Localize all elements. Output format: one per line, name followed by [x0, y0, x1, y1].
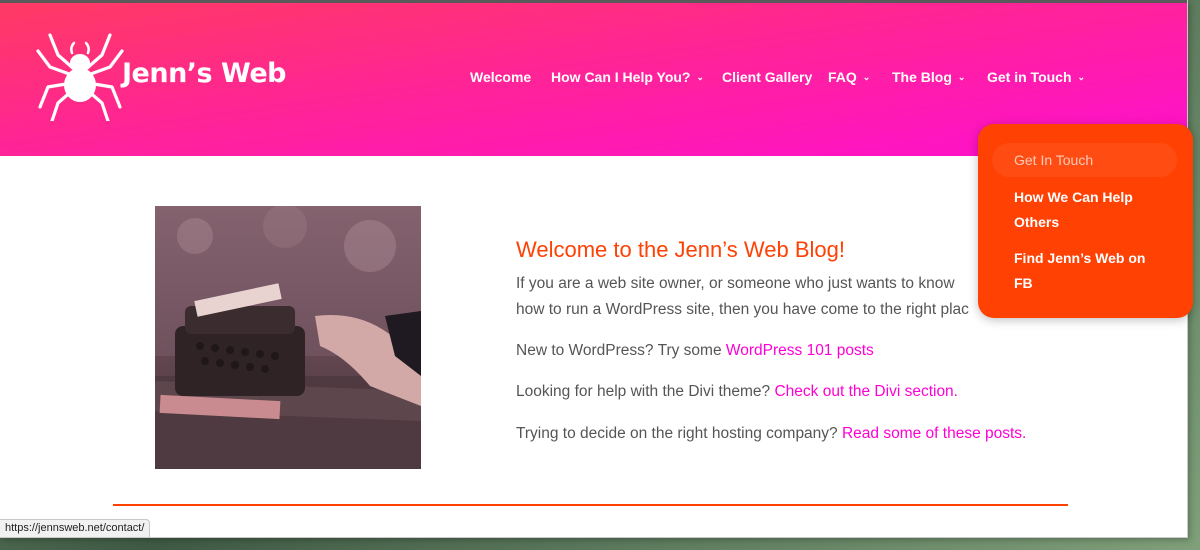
nav-label: Get in Touch	[987, 69, 1072, 85]
dropdown-item-label: Get In Touch	[1014, 152, 1094, 168]
dropdown-item-label: Others	[1014, 214, 1060, 230]
paragraph-text: New to WordPress? Try some	[516, 342, 726, 359]
typewriter-photo	[155, 206, 421, 469]
chevron-down-icon: ⌄	[696, 72, 705, 82]
nav-label: The Blog	[892, 69, 952, 85]
nav-item-welcome[interactable]: Welcome	[470, 65, 531, 89]
paragraph-text: Looking for help with the Divi theme?	[516, 383, 775, 400]
paragraph-text: Trying to decide on the right hosting co…	[516, 425, 842, 442]
wordpress-101-paragraph: New to WordPress? Try some WordPress 101…	[516, 338, 874, 364]
nav-item-the-blog[interactable]: The Blog ⌄	[892, 65, 965, 89]
intro-paragraph: If you are a web site owner, or someone …	[516, 271, 969, 323]
spider-icon[interactable]	[34, 29, 126, 121]
chevron-down-icon: ⌄	[957, 72, 966, 82]
dropdown-item-label: Find Jenn’s Web on	[1014, 250, 1146, 266]
hosting-paragraph: Trying to decide on the right hosting co…	[516, 421, 1026, 447]
nav-item-get-in-touch[interactable]: Get in Touch ⌄	[987, 65, 1085, 89]
hosting-posts-link[interactable]: Read some of these posts.	[842, 425, 1026, 442]
wordpress-101-link[interactable]: WordPress 101 posts	[726, 342, 874, 359]
page-title: Welcome to the Jenn’s Web Blog!	[516, 237, 845, 262]
dropdown-item-find-on-fb[interactable]: Find Jenn’s Web on FB	[992, 246, 1177, 296]
nav-label: Client Gallery	[722, 69, 813, 85]
status-bar-url: https://jennsweb.net/contact/	[0, 519, 151, 538]
divi-paragraph: Looking for help with the Divi theme? Ch…	[516, 379, 958, 405]
dropdown-item-label: FB	[1014, 275, 1033, 291]
nav-label: How Can I Help You?	[551, 69, 691, 85]
chevron-down-icon: ⌄	[1077, 72, 1086, 82]
nav-label: Welcome	[470, 69, 532, 85]
dropdown-item-how-we-can-help[interactable]: How We Can Help Others	[992, 185, 1177, 235]
site-title[interactable]: Jenn’s Web	[122, 58, 287, 89]
section-divider	[113, 504, 1068, 506]
nav-label: FAQ	[828, 69, 857, 85]
chevron-down-icon: ⌄	[862, 72, 871, 82]
nav-item-client-gallery[interactable]: Client Gallery	[722, 65, 812, 89]
typewriter-illustration	[155, 206, 421, 469]
nav-item-faq[interactable]: FAQ ⌄	[828, 65, 870, 89]
get-in-touch-dropdown: Get In Touch How We Can Help Others Find…	[978, 124, 1193, 318]
divi-section-link[interactable]: Check out the Divi section.	[774, 383, 958, 400]
nav-item-how-can-i-help[interactable]: How Can I Help You? ⌄	[551, 65, 704, 89]
intro-line: If you are a web site owner, or someone …	[516, 275, 955, 292]
dropdown-item-get-in-touch[interactable]: Get In Touch	[992, 143, 1177, 177]
intro-line: how to run a WordPress site, then you ha…	[516, 301, 969, 318]
dropdown-item-label: How We Can Help	[1014, 189, 1133, 205]
